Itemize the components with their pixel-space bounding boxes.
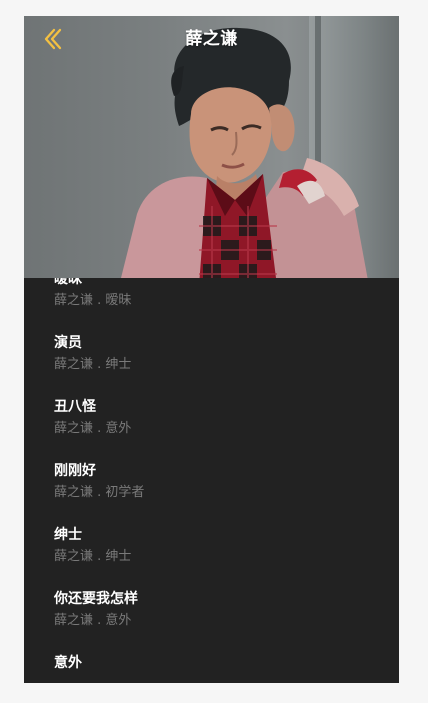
song-item[interactable]: 绅士 薛之谦 . 绅士 <box>54 526 374 570</box>
song-title: 意外 <box>54 655 82 671</box>
player-screen: 薛之谦 暧昧 薛之谦 . 暧昧 演员 薛之谦 . 绅士 丑八怪 薛之谦 . 意外… <box>24 16 399 683</box>
song-title: 刚刚好 <box>54 463 96 479</box>
song-title: 绅士 <box>54 527 82 543</box>
artist-cover-image: 薛之谦 <box>24 16 399 278</box>
song-item[interactable]: 意外 <box>54 654 374 683</box>
song-item[interactable]: 刚刚好 薛之谦 . 初学者 <box>54 462 374 506</box>
song-title: 演员 <box>54 335 82 351</box>
page-title: 薛之谦 <box>185 29 238 49</box>
song-artist-album: 薛之谦 . 绅士 <box>54 357 132 372</box>
song-title: 暧昧 <box>54 278 82 287</box>
song-title: 你还要我怎样 <box>54 591 138 607</box>
song-item[interactable]: 演员 薛之谦 . 绅士 <box>54 334 374 378</box>
song-item[interactable]: 你还要我怎样 薛之谦 . 意外 <box>54 590 374 634</box>
artist-photo-illustration <box>121 27 368 278</box>
song-artist-album: 薛之谦 . 暧昧 <box>54 293 132 308</box>
song-title: 丑八怪 <box>54 399 96 415</box>
song-artist-album: 薛之谦 . 绅士 <box>54 549 132 564</box>
song-artist-album: 薛之谦 . 意外 <box>54 613 132 628</box>
song-item[interactable]: 暧昧 薛之谦 . 暧昧 <box>54 278 374 314</box>
song-list: 暧昧 薛之谦 . 暧昧 演员 薛之谦 . 绅士 丑八怪 薛之谦 . 意外 刚刚好… <box>24 278 399 683</box>
song-artist-album: 薛之谦 . 初学者 <box>54 485 145 500</box>
song-artist-album: 薛之谦 . 意外 <box>54 421 132 436</box>
song-item[interactable]: 丑八怪 薛之谦 . 意外 <box>54 398 374 442</box>
